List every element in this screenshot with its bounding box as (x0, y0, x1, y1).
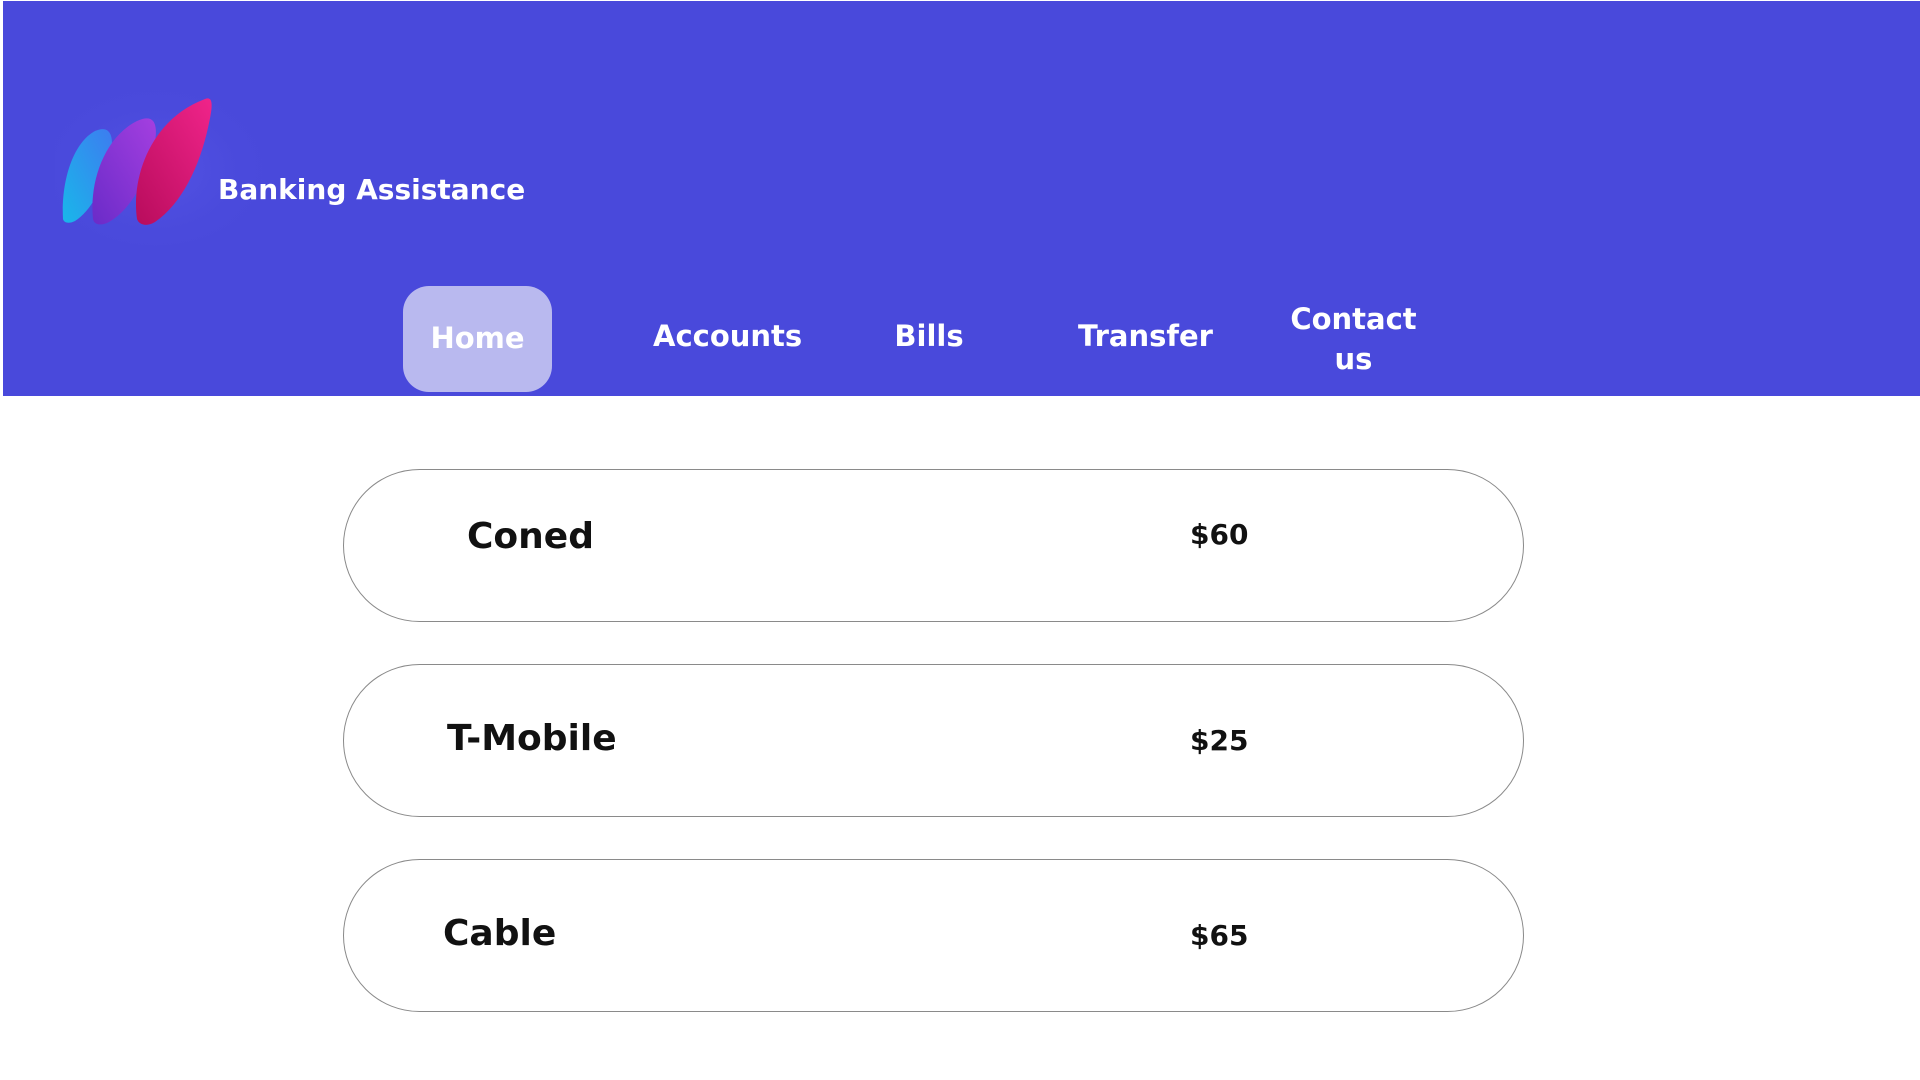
bill-card-t-mobile[interactable]: T-Mobile $25 (343, 664, 1524, 817)
app-header: Banking Assistance Home Accounts Bills T… (3, 1, 1920, 396)
bill-name: T-Mobile (447, 718, 617, 759)
app-brand-title: Banking Assistance (218, 173, 526, 206)
nav-transfer[interactable]: Transfer (1073, 319, 1218, 353)
bill-amount: $60 (1190, 518, 1249, 551)
nav-accounts[interactable]: Accounts (653, 319, 802, 353)
bill-card-coned[interactable]: Coned $60 (343, 469, 1524, 622)
bill-card-cable[interactable]: Cable $65 (343, 859, 1524, 1012)
bill-amount: $25 (1190, 724, 1249, 757)
nav-contact-us[interactable]: Contact us (1281, 299, 1426, 379)
bank-logo-icon (55, 76, 270, 246)
nav-home[interactable]: Home (403, 286, 552, 392)
nav-bills[interactable]: Bills (879, 319, 979, 353)
bill-name: Cable (443, 913, 557, 954)
bill-amount: $65 (1190, 919, 1249, 952)
bill-name: Coned (467, 516, 594, 557)
